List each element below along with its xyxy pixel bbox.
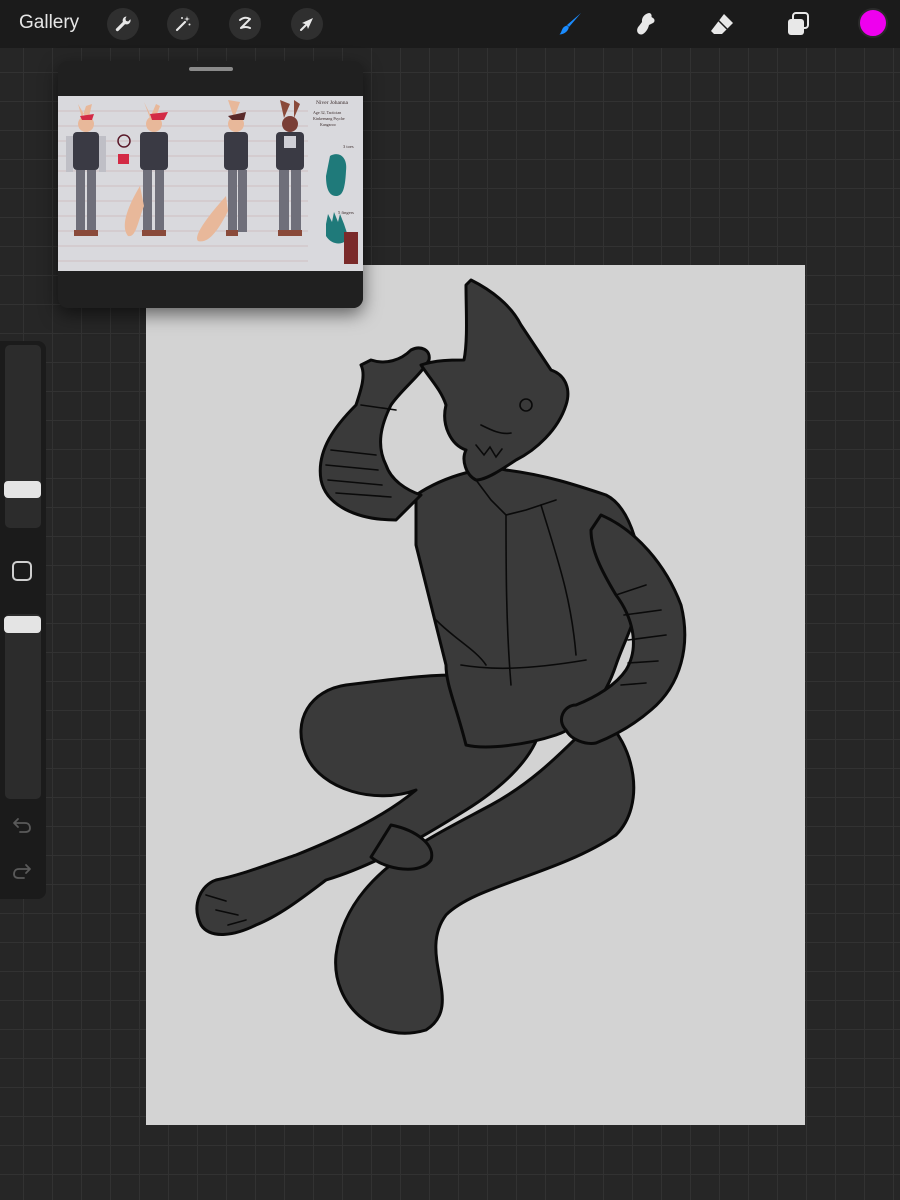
left-sidebar: [0, 341, 46, 899]
wrench-icon: [115, 16, 131, 32]
color-swatch-button[interactable]: [858, 8, 888, 38]
opacity-thumb[interactable]: [4, 616, 41, 633]
reference-window[interactable]: Niver Johanna Age 32, Tactician Kinkeena…: [58, 61, 363, 308]
figure-drawing: [195, 278, 687, 1035]
ref-name-text: Niver Johanna: [316, 100, 348, 106]
opacity-slider[interactable]: [4, 614, 41, 799]
eraser-tool-button[interactable]: [705, 7, 739, 41]
selection-icon: [239, 16, 251, 29]
gallery-button[interactable]: Gallery: [19, 12, 79, 34]
reference-drag-handle[interactable]: [189, 67, 233, 71]
redo-icon[interactable]: [11, 862, 33, 880]
brush-tool-button[interactable]: [553, 7, 587, 41]
smudge-tool-button[interactable]: [629, 7, 663, 41]
ref-fingers-text: 5 fingers: [338, 210, 354, 215]
brush-icon: [559, 13, 581, 35]
head-shape: [419, 278, 570, 482]
undo-icon[interactable]: [11, 816, 33, 834]
smudge-icon: [637, 13, 655, 35]
raised-arm-shape: [318, 346, 431, 522]
square-modifier-icon[interactable]: [12, 561, 32, 581]
reference-image: Niver Johanna Age 32, Tactician Kinkeena…: [58, 96, 363, 308]
eraser-icon: [711, 14, 733, 34]
brush-size-slider[interactable]: [4, 345, 41, 528]
ref-toes-text: 3 toes: [343, 144, 354, 149]
brush-size-thumb[interactable]: [4, 481, 41, 498]
adjustments-button[interactable]: [167, 8, 199, 40]
actions-button[interactable]: [107, 8, 139, 40]
transform-arrow-icon: [300, 18, 313, 31]
ref-line3-text: Kangaroo: [320, 122, 336, 127]
ref-line2-text: Kinkeenang Psyche: [313, 116, 345, 121]
transform-button[interactable]: [291, 8, 323, 40]
top-toolbar: Gallery: [0, 0, 900, 48]
magic-wand-icon: [175, 16, 191, 32]
layers-icon: [788, 12, 809, 35]
drawing-canvas[interactable]: [146, 265, 805, 1125]
layers-button[interactable]: [781, 7, 815, 41]
selection-button[interactable]: [229, 8, 261, 40]
